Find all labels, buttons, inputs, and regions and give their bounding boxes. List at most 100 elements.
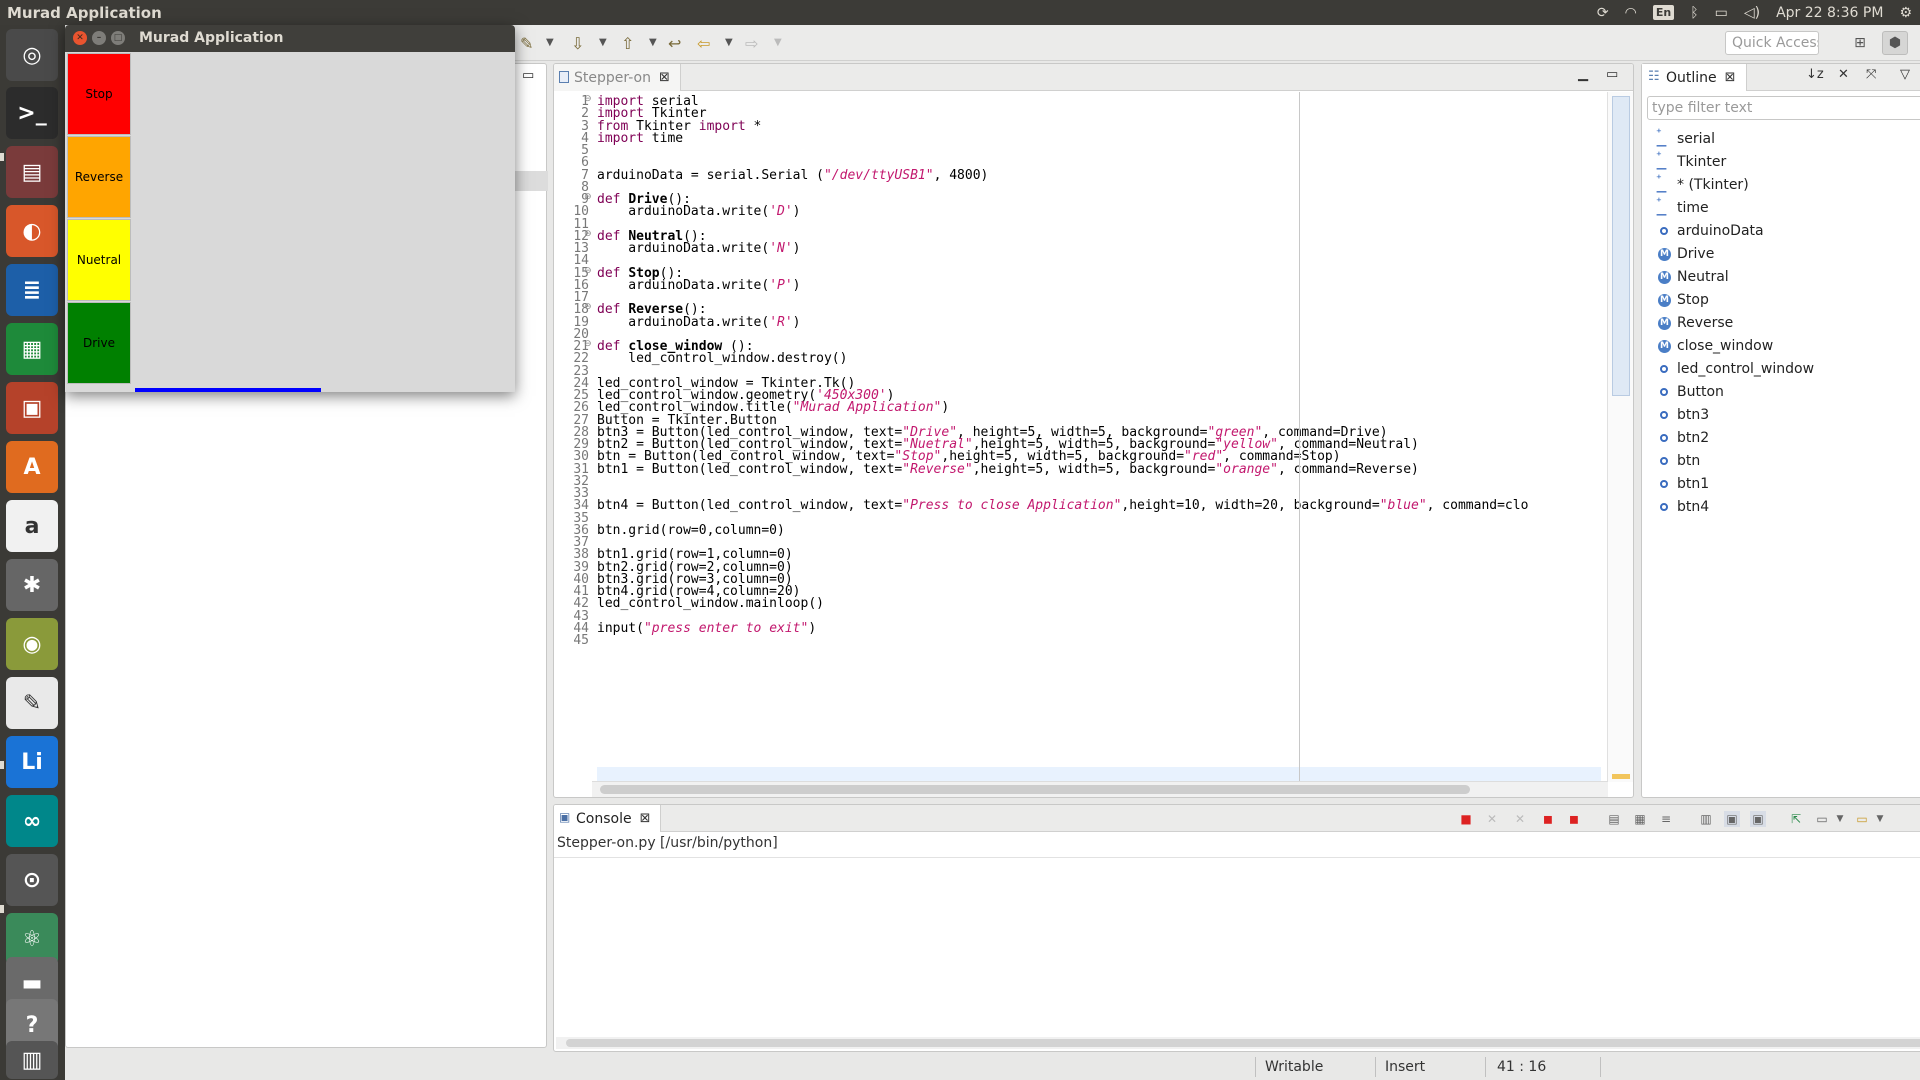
outline-item[interactable]: btn2 (1656, 427, 1709, 449)
writer-icon[interactable]: ≣ (6, 264, 58, 316)
maximize-icon[interactable]: ▭ (1606, 67, 1618, 82)
fold-toggle-icon[interactable]: ⊖ (584, 94, 592, 104)
view-menu-icon[interactable]: ▽ (1900, 67, 1910, 82)
maximize-icon[interactable]: ▭ (522, 68, 534, 83)
console-horizontal-scrollbar[interactable] (556, 1037, 1920, 1049)
software-center-icon[interactable]: A (6, 441, 58, 493)
outline-item[interactable]: M Stop (1656, 289, 1709, 311)
forward-arrow-icon[interactable]: ⇨ (745, 34, 758, 53)
gear-icon[interactable]: ⚙ (1899, 5, 1912, 21)
outline-item[interactable]: Mclose_window (1656, 335, 1773, 357)
console-output[interactable] (554, 857, 1920, 1037)
impress-icon[interactable]: ▣ (6, 382, 58, 434)
outline-filter-input[interactable]: type filter text ⌫ (1647, 96, 1920, 120)
fold-toggle-icon[interactable]: ⊖ (584, 339, 592, 349)
close-window-icon[interactable]: ✕ (73, 31, 87, 45)
chevron-down-icon[interactable]: ▼ (1832, 811, 1848, 827)
remove-all-icon[interactable]: ✕ (1512, 811, 1528, 827)
tk-window-titlebar[interactable]: ✕ – □ Murad Application (65, 25, 515, 52)
scroll-thumb[interactable] (566, 1039, 1920, 1047)
outline-item[interactable]: led_control_window (1656, 358, 1814, 380)
sort-icon[interactable]: ↓z (1806, 67, 1824, 82)
outline-item[interactable]: btn1 (1656, 473, 1709, 495)
word-wrap-icon[interactable]: ≡ (1658, 811, 1674, 827)
drive-button[interactable]: Drive (67, 302, 131, 384)
chevron-down-icon[interactable]: ▼ (725, 37, 733, 48)
reverse-button[interactable]: Reverse (67, 136, 131, 218)
battery-icon[interactable]: ▭ (1715, 5, 1728, 21)
system-settings-icon[interactable]: ✱ (6, 559, 58, 611)
display-console-icon[interactable]: ▭ (1814, 811, 1830, 827)
wifi-icon[interactable]: ◠ (1625, 5, 1637, 21)
outline-item[interactable]: ⁺— Tkinter (1656, 149, 1726, 175)
fold-toggle-icon[interactable]: ⊖ (584, 302, 592, 312)
sync-icon[interactable]: ⟳ (1597, 5, 1609, 21)
show-stderr-icon[interactable]: ▣ (1724, 811, 1740, 827)
firefox-icon[interactable]: ◐ (6, 205, 58, 257)
scroll-lock-icon[interactable]: ▦ (1632, 811, 1648, 827)
editor-tab[interactable]: Stepper-on ⊠ (554, 64, 681, 91)
maximize-window-icon[interactable]: □ (111, 31, 125, 45)
console-tab[interactable]: ▣ Console ⊠ (554, 805, 662, 832)
outline-item[interactable]: Button (1656, 381, 1724, 403)
ubuntu-dash-icon[interactable]: ◎ (6, 29, 58, 81)
fold-toggle-icon[interactable]: ⊖ (584, 266, 592, 276)
fold-toggle-icon[interactable]: ⊖ (584, 229, 592, 239)
outline-item[interactable]: M Neutral (1656, 266, 1729, 288)
next-annotation-icon[interactable]: ⇩ (571, 34, 584, 53)
remove-launch-icon[interactable]: ✕ (1484, 811, 1500, 827)
chevron-down-icon[interactable]: ▼ (649, 37, 657, 48)
files-icon[interactable]: ▤ (6, 146, 58, 198)
back-arrow-icon[interactable]: ⇦ (697, 34, 710, 53)
stop-button[interactable]: Stop (67, 53, 131, 135)
bluetooth-icon[interactable]: ᛒ (1690, 5, 1698, 21)
outline-item[interactable]: ⁺— serial (1656, 126, 1715, 152)
chevron-down-icon[interactable]: ▼ (546, 37, 554, 48)
editor-vertical-scrollbar[interactable] (1607, 92, 1633, 782)
outline-item[interactable]: btn4 (1656, 496, 1709, 518)
text-editor-icon[interactable]: ✎ (6, 677, 58, 729)
arduino-icon[interactable]: ∞ (6, 795, 58, 847)
close-icon[interactable]: ⊠ (640, 811, 651, 826)
editor-horizontal-scrollbar[interactable] (592, 781, 1608, 797)
amazon-icon[interactable]: a (6, 500, 58, 552)
warning-marker[interactable] (1612, 774, 1630, 779)
scroll-thumb[interactable] (600, 785, 1470, 794)
clock[interactable]: Apr 22 8:36 PM (1776, 5, 1883, 21)
show-stdout-icon[interactable]: ▥ (1698, 811, 1714, 827)
minimize-icon[interactable]: ▁ (1578, 67, 1588, 82)
outline-item[interactable]: arduinoData (1656, 220, 1764, 242)
close-application-button[interactable] (135, 388, 321, 392)
outline-item[interactable]: M Drive (1656, 243, 1714, 265)
pin-console-icon[interactable]: ▣ (1750, 811, 1766, 827)
chevron-down-icon[interactable]: ▼ (774, 37, 782, 48)
pydev-perspective-icon[interactable]: ⬢ (1882, 31, 1908, 55)
quick-access-input[interactable]: Quick Access (1725, 31, 1819, 55)
volume-icon[interactable]: ◁) (1744, 5, 1760, 21)
stop-all-icon[interactable]: ◼ (1566, 811, 1582, 827)
close-icon[interactable]: ⊠ (659, 70, 670, 85)
terminate-icon[interactable]: ■ (1458, 811, 1474, 827)
open-perspective-icon[interactable]: ⊞ (1847, 31, 1873, 55)
close-icon[interactable]: ⊠ (1725, 70, 1736, 85)
previous-annotation-icon[interactable]: ⇧ (621, 34, 634, 53)
scroll-thumb[interactable] (1612, 96, 1630, 396)
clear-console-icon[interactable]: ▤ (1606, 811, 1622, 827)
outline-item[interactable]: ⁺— * (Tkinter) (1656, 172, 1749, 198)
open-console-icon[interactable]: ⇱ (1788, 811, 1804, 827)
new-console-icon[interactable]: ▭ (1854, 811, 1870, 827)
collapse-all-icon[interactable]: ✕ (1838, 67, 1849, 82)
image-viewer-icon[interactable]: ◉ (6, 618, 58, 670)
chevron-down-icon[interactable]: ▼ (599, 37, 607, 48)
last-edit-location-icon[interactable]: ↩ (668, 34, 681, 53)
neutral-button[interactable]: Nuetral (67, 219, 131, 301)
software-updater-icon[interactable]: ⊙ (6, 854, 58, 906)
terminal-icon[interactable]: >_ (6, 87, 58, 139)
trash-icon[interactable]: ▥ (6, 1041, 58, 1079)
outline-item[interactable]: M Reverse (1656, 312, 1733, 334)
selected-row[interactable] (512, 171, 548, 191)
code-text-area[interactable]: import serial import Tkinter from Tkinter … (597, 92, 1601, 782)
keyboard-language-indicator[interactable]: En (1652, 5, 1675, 20)
outline-item[interactable]: ⁺— time (1656, 195, 1709, 221)
interrupt-icon[interactable]: ◼ (1540, 811, 1556, 827)
